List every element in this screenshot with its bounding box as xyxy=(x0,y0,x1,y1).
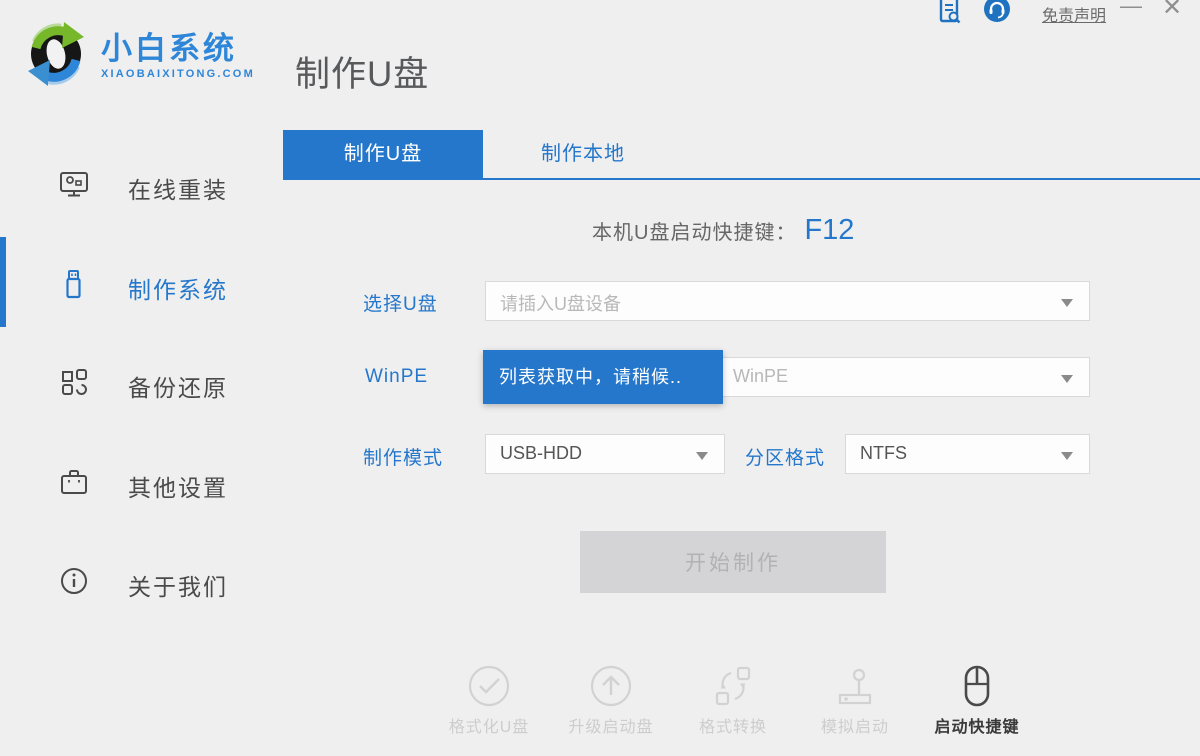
brand-domain: XIAOBAIXITONG.COM xyxy=(101,68,255,80)
chevron-down-icon xyxy=(1061,299,1073,307)
footer-item-label: 启动快捷键 xyxy=(916,713,1038,737)
start-make-button[interactable]: 开始制作 xyxy=(580,531,886,593)
partition-format-label: 分区格式 xyxy=(745,443,825,470)
sidebar-item-make-system[interactable]: 制作系统 xyxy=(0,268,283,304)
chevron-down-icon xyxy=(696,452,708,460)
tab-make-usb[interactable]: 制作U盘 xyxy=(283,130,483,178)
close-button[interactable]: ✕ xyxy=(1162,0,1198,22)
boot-hotkey-label: 本机U盘启动快捷键： xyxy=(592,216,796,245)
usb-select-label: 选择U盘 xyxy=(363,289,438,316)
simulate-boot-icon xyxy=(832,663,878,709)
page-title: 制作U盘 xyxy=(295,46,429,97)
footer-item-format-convert[interactable]: 格式转换 xyxy=(672,663,794,737)
sidebar-item-label: 制作系统 xyxy=(128,271,228,305)
log-document-icon[interactable] xyxy=(938,0,962,26)
online-reinstall-icon xyxy=(58,168,90,200)
chevron-down-icon xyxy=(1061,375,1073,383)
make-mode-label: 制作模式 xyxy=(363,443,443,470)
customer-service-icon[interactable] xyxy=(983,0,1011,25)
sidebar-item-label: 关于我们 xyxy=(128,568,228,602)
loading-tooltip: 列表获取中，请稍候.. xyxy=(483,350,723,404)
footer-item-label: 升级启动盘 xyxy=(550,713,672,737)
sidebar-item-label: 在线重装 xyxy=(128,171,228,205)
backup-restore-icon xyxy=(58,366,90,398)
boot-hotkey-icon xyxy=(954,663,1000,709)
sidebar-item-online-reinstall[interactable]: 在线重装 xyxy=(0,168,283,204)
make-mode-value: USB-HDD xyxy=(500,443,582,464)
boot-hotkey-value: F12 xyxy=(804,214,854,247)
format-usb-icon xyxy=(466,663,512,709)
brand-name: 小白系统 xyxy=(101,33,255,64)
tab-underline xyxy=(283,178,1200,180)
footer-item-upgrade-bootdisk[interactable]: 升级启动盘 xyxy=(550,663,672,737)
sidebar-item-about-us[interactable]: 关于我们 xyxy=(0,565,283,601)
format-convert-icon xyxy=(710,663,756,709)
partition-format-dropdown[interactable]: NTFS xyxy=(845,434,1090,474)
winpe-label: WinPE xyxy=(365,366,428,388)
sidebar-item-backup-restore[interactable]: 备份还原 xyxy=(0,366,283,402)
make-system-icon xyxy=(58,268,90,300)
winpe-placeholder: WinPE xyxy=(733,366,788,387)
chevron-down-icon xyxy=(1061,452,1073,460)
upgrade-bootdisk-icon xyxy=(588,663,634,709)
sidebar-item-other-settings[interactable]: 其他设置 xyxy=(0,466,283,502)
app-logo-icon xyxy=(20,18,92,90)
usb-select-placeholder: 请插入U盘设备 xyxy=(500,290,621,316)
about-us-icon xyxy=(58,565,90,597)
other-settings-icon xyxy=(58,466,90,498)
footer-item-label: 格式转换 xyxy=(672,713,794,737)
brand-text: 小白系统 XIAOBAIXITONG.COM xyxy=(101,33,255,80)
footer-item-label: 模拟启动 xyxy=(794,713,916,737)
sidebar-item-label: 其他设置 xyxy=(128,469,228,503)
tab-make-local[interactable]: 制作本地 xyxy=(483,130,683,178)
sidebar-item-label: 备份还原 xyxy=(128,369,228,403)
footer-item-label: 格式化U盘 xyxy=(428,713,550,737)
make-mode-dropdown[interactable]: USB-HDD xyxy=(485,434,725,474)
disclaimer-link[interactable]: 免责声明 xyxy=(1042,2,1106,26)
footer-item-format-usb[interactable]: 格式化U盘 xyxy=(428,663,550,737)
footer-item-boot-hotkey[interactable]: 启动快捷键 xyxy=(916,663,1038,737)
partition-format-value: NTFS xyxy=(860,443,907,464)
footer-item-simulate-boot[interactable]: 模拟启动 xyxy=(794,663,916,737)
minimize-button[interactable]: — xyxy=(1120,0,1156,19)
usb-select-dropdown[interactable]: 请插入U盘设备 xyxy=(485,281,1090,321)
boot-hotkey-line: 本机U盘启动快捷键： F12 xyxy=(592,214,854,250)
